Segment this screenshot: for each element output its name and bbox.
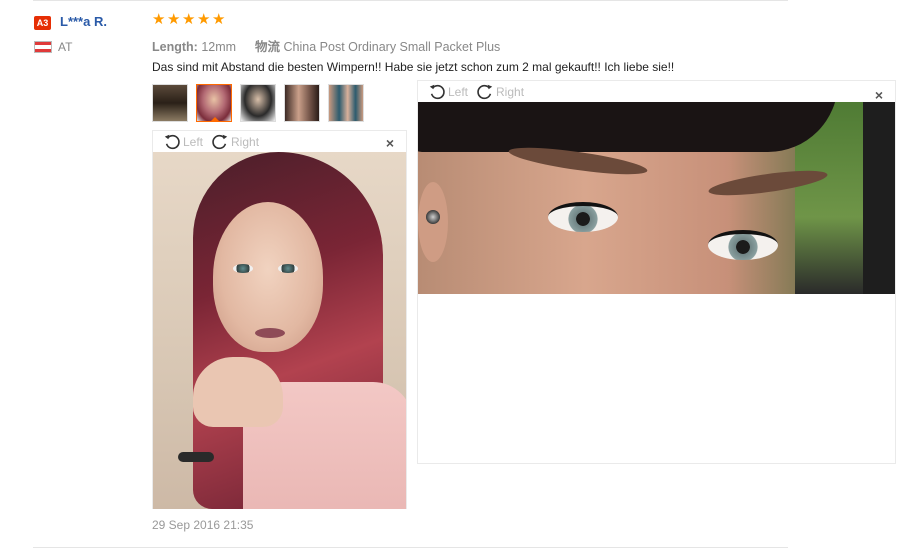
photo-thumbnails [152,84,364,122]
attr-length-key: Length: [152,40,198,54]
viewer-toolbar: Left Right [428,82,532,102]
bottom-divider [33,547,788,548]
star-icon: ★ [167,11,181,28]
product-attributes: Length: 12mm 物流 China Post Ordinary Smal… [152,36,500,55]
active-indicator-icon [210,117,220,121]
photo-viewer-left: Left Right × [152,130,407,509]
reviewer-name[interactable]: L***a R. [60,14,107,29]
star-rating: ★ ★ ★ ★ ★ [152,11,226,28]
rotate-left-button[interactable]: Left [428,83,468,101]
review-photo-thumbnail[interactable] [328,84,364,122]
star-icon: ★ [212,11,226,28]
star-icon: ★ [152,11,166,28]
rotate-right-icon [477,84,493,100]
rotate-left-button[interactable]: Left [163,133,203,151]
buyer-level-badge: A3 [34,16,51,30]
review-photo-thumbnail[interactable] [240,84,276,122]
close-icon[interactable]: × [386,135,394,151]
star-icon: ★ [197,11,211,28]
rotate-left-label: Left [448,85,469,99]
top-divider [33,0,788,1]
review-text: Das sind mit Abstand die besten Wimpern!… [152,60,675,74]
country-code: AT [58,40,73,54]
viewer-toolbar: Left Right [163,132,267,152]
attr-length-value: 12mm [201,40,237,54]
star-icon: ★ [182,11,196,28]
rotate-right-icon [212,134,228,150]
review-photo-large [418,102,895,294]
rotate-right-button[interactable]: Right [211,133,259,151]
rotate-left-label: Left [183,135,204,149]
rotate-left-icon [429,84,445,100]
rotate-right-button[interactable]: Right [476,83,524,101]
rotate-right-label: Right [496,85,525,99]
review-photo-large [153,152,406,509]
rotate-right-label: Right [231,135,260,149]
photo-viewer-right: Left Right × [417,80,896,464]
review-photo-thumbnail-active[interactable] [196,84,232,122]
review-date: 29 Sep 2016 21:35 [152,518,254,532]
attr-shipping-key: 物流 [255,40,281,54]
review-photo-thumbnail[interactable] [284,84,320,122]
rotate-left-icon [164,134,180,150]
attr-shipping-value: China Post Ordinary Small Packet Plus [283,40,501,54]
close-icon[interactable]: × [875,87,883,103]
country-flag-icon [34,41,52,53]
review-photo-thumbnail[interactable] [152,84,188,122]
